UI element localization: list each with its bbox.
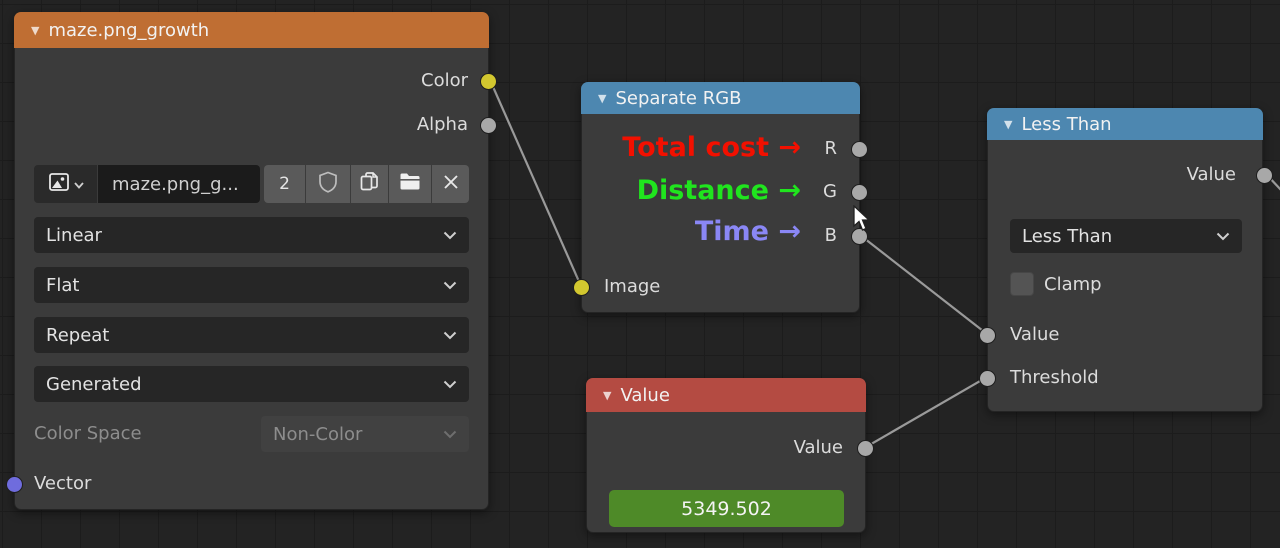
clamp-label: Clamp: [1044, 274, 1102, 295]
socket-input-value[interactable]: [979, 327, 996, 344]
clamp-checkbox[interactable]: [1010, 272, 1034, 296]
projection-value: Flat: [46, 274, 80, 296]
output-label-color: Color: [421, 70, 468, 91]
collapse-triangle-icon[interactable]: ▼: [598, 92, 606, 105]
socket-output-value[interactable]: [857, 440, 874, 457]
chevron-down-icon: [443, 430, 457, 439]
color-space-dropdown[interactable]: Non-Color: [261, 416, 469, 452]
users-count-button[interactable]: 2: [264, 165, 305, 203]
output-label-r: R: [824, 138, 837, 159]
node-title: Value: [620, 384, 670, 406]
shield-icon: [318, 171, 338, 198]
input-label-vector: Vector: [34, 473, 92, 494]
socket-output-color[interactable]: [480, 73, 497, 90]
source-value: Generated: [46, 373, 142, 395]
node-header-image-texture[interactable]: ▼ maze.png_growth: [14, 12, 489, 48]
chevron-down-icon: [443, 331, 457, 340]
chevron-down-icon: [443, 281, 457, 290]
image-browse-button[interactable]: [34, 165, 97, 203]
chevron-down-icon: [443, 231, 457, 240]
socket-input-image[interactable]: [573, 279, 590, 296]
interpolation-value: Linear: [46, 224, 102, 246]
source-dropdown[interactable]: Generated: [34, 366, 469, 402]
input-label-value: Value: [1010, 324, 1060, 345]
output-label-b: B: [824, 225, 837, 246]
socket-output-alpha[interactable]: [480, 117, 497, 134]
input-label-threshold: Threshold: [1010, 367, 1099, 388]
annotation-distance: Distance →: [636, 175, 801, 206]
extension-dropdown[interactable]: Repeat: [34, 317, 469, 353]
socket-output-value[interactable]: [1256, 167, 1273, 184]
link-value-to-threshold: [865, 376, 988, 448]
chevron-down-icon: [443, 380, 457, 389]
image-name-field[interactable]: maze.png_g...: [98, 165, 260, 203]
node-header-separate-rgb[interactable]: ▼ Separate RGB: [581, 82, 860, 114]
output-label-g: G: [823, 181, 837, 202]
unlink-button[interactable]: [432, 165, 469, 203]
socket-output-g[interactable]: [851, 184, 868, 201]
link-color-to-image: [488, 79, 583, 287]
annotation-time: Time →: [694, 216, 801, 247]
collapse-triangle-icon[interactable]: ▼: [1004, 118, 1012, 131]
output-label-value: Value: [793, 437, 843, 458]
socket-output-r[interactable]: [851, 141, 868, 158]
extension-value: Repeat: [46, 324, 110, 346]
duplicate-button[interactable]: [351, 165, 388, 203]
close-icon: [443, 174, 459, 195]
output-label-value: Value: [1186, 164, 1236, 185]
node-value[interactable]: ▼ Value Value 5349.502: [586, 378, 874, 533]
node-title: maze.png_growth: [48, 19, 210, 41]
collapse-triangle-icon[interactable]: ▼: [31, 24, 39, 37]
image-datablock-row: maze.png_g... 2: [34, 165, 469, 203]
collapse-triangle-icon[interactable]: ▼: [603, 389, 611, 402]
color-space-value: Non-Color: [273, 423, 363, 445]
operation-dropdown[interactable]: Less Than: [1010, 219, 1242, 253]
input-label-image: Image: [604, 276, 661, 297]
interpolation-dropdown[interactable]: Linear: [34, 217, 469, 253]
folder-icon: [399, 172, 421, 196]
socket-input-threshold[interactable]: [979, 370, 996, 387]
open-file-button[interactable]: [389, 165, 431, 203]
image-icon: [48, 171, 70, 198]
annotation-total-cost: Total cost →: [622, 132, 801, 163]
copy-icon: [359, 171, 380, 197]
node-less-than[interactable]: ▼ Less Than Value Less Than Clamp Value …: [979, 108, 1273, 412]
output-label-alpha: Alpha: [416, 114, 468, 135]
link-b-to-value: [859, 234, 988, 335]
node-title: Separate RGB: [615, 87, 742, 109]
socket-output-b[interactable]: [851, 228, 868, 245]
projection-dropdown[interactable]: Flat: [34, 267, 469, 303]
node-editor-canvas[interactable]: ▼ maze.png_growth Color Alpha maze.png_g…: [0, 0, 1280, 548]
node-header-value[interactable]: ▼ Value: [586, 378, 866, 412]
operation-value: Less Than: [1022, 225, 1113, 247]
node-title: Less Than: [1021, 113, 1112, 135]
color-space-label: Color Space: [34, 423, 142, 444]
chevron-down-icon: [73, 174, 84, 194]
value-number-field[interactable]: 5349.502: [609, 490, 844, 527]
socket-input-vector[interactable]: [6, 476, 23, 493]
fake-user-button[interactable]: [306, 165, 350, 203]
node-image-texture[interactable]: ▼ maze.png_growth Color Alpha maze.png_g…: [6, 12, 497, 510]
node-header-less-than[interactable]: ▼ Less Than: [987, 108, 1263, 140]
chevron-down-icon: [1216, 232, 1230, 241]
node-separate-rgb[interactable]: ▼ Separate RGB Total cost → Distance → T…: [573, 82, 868, 313]
